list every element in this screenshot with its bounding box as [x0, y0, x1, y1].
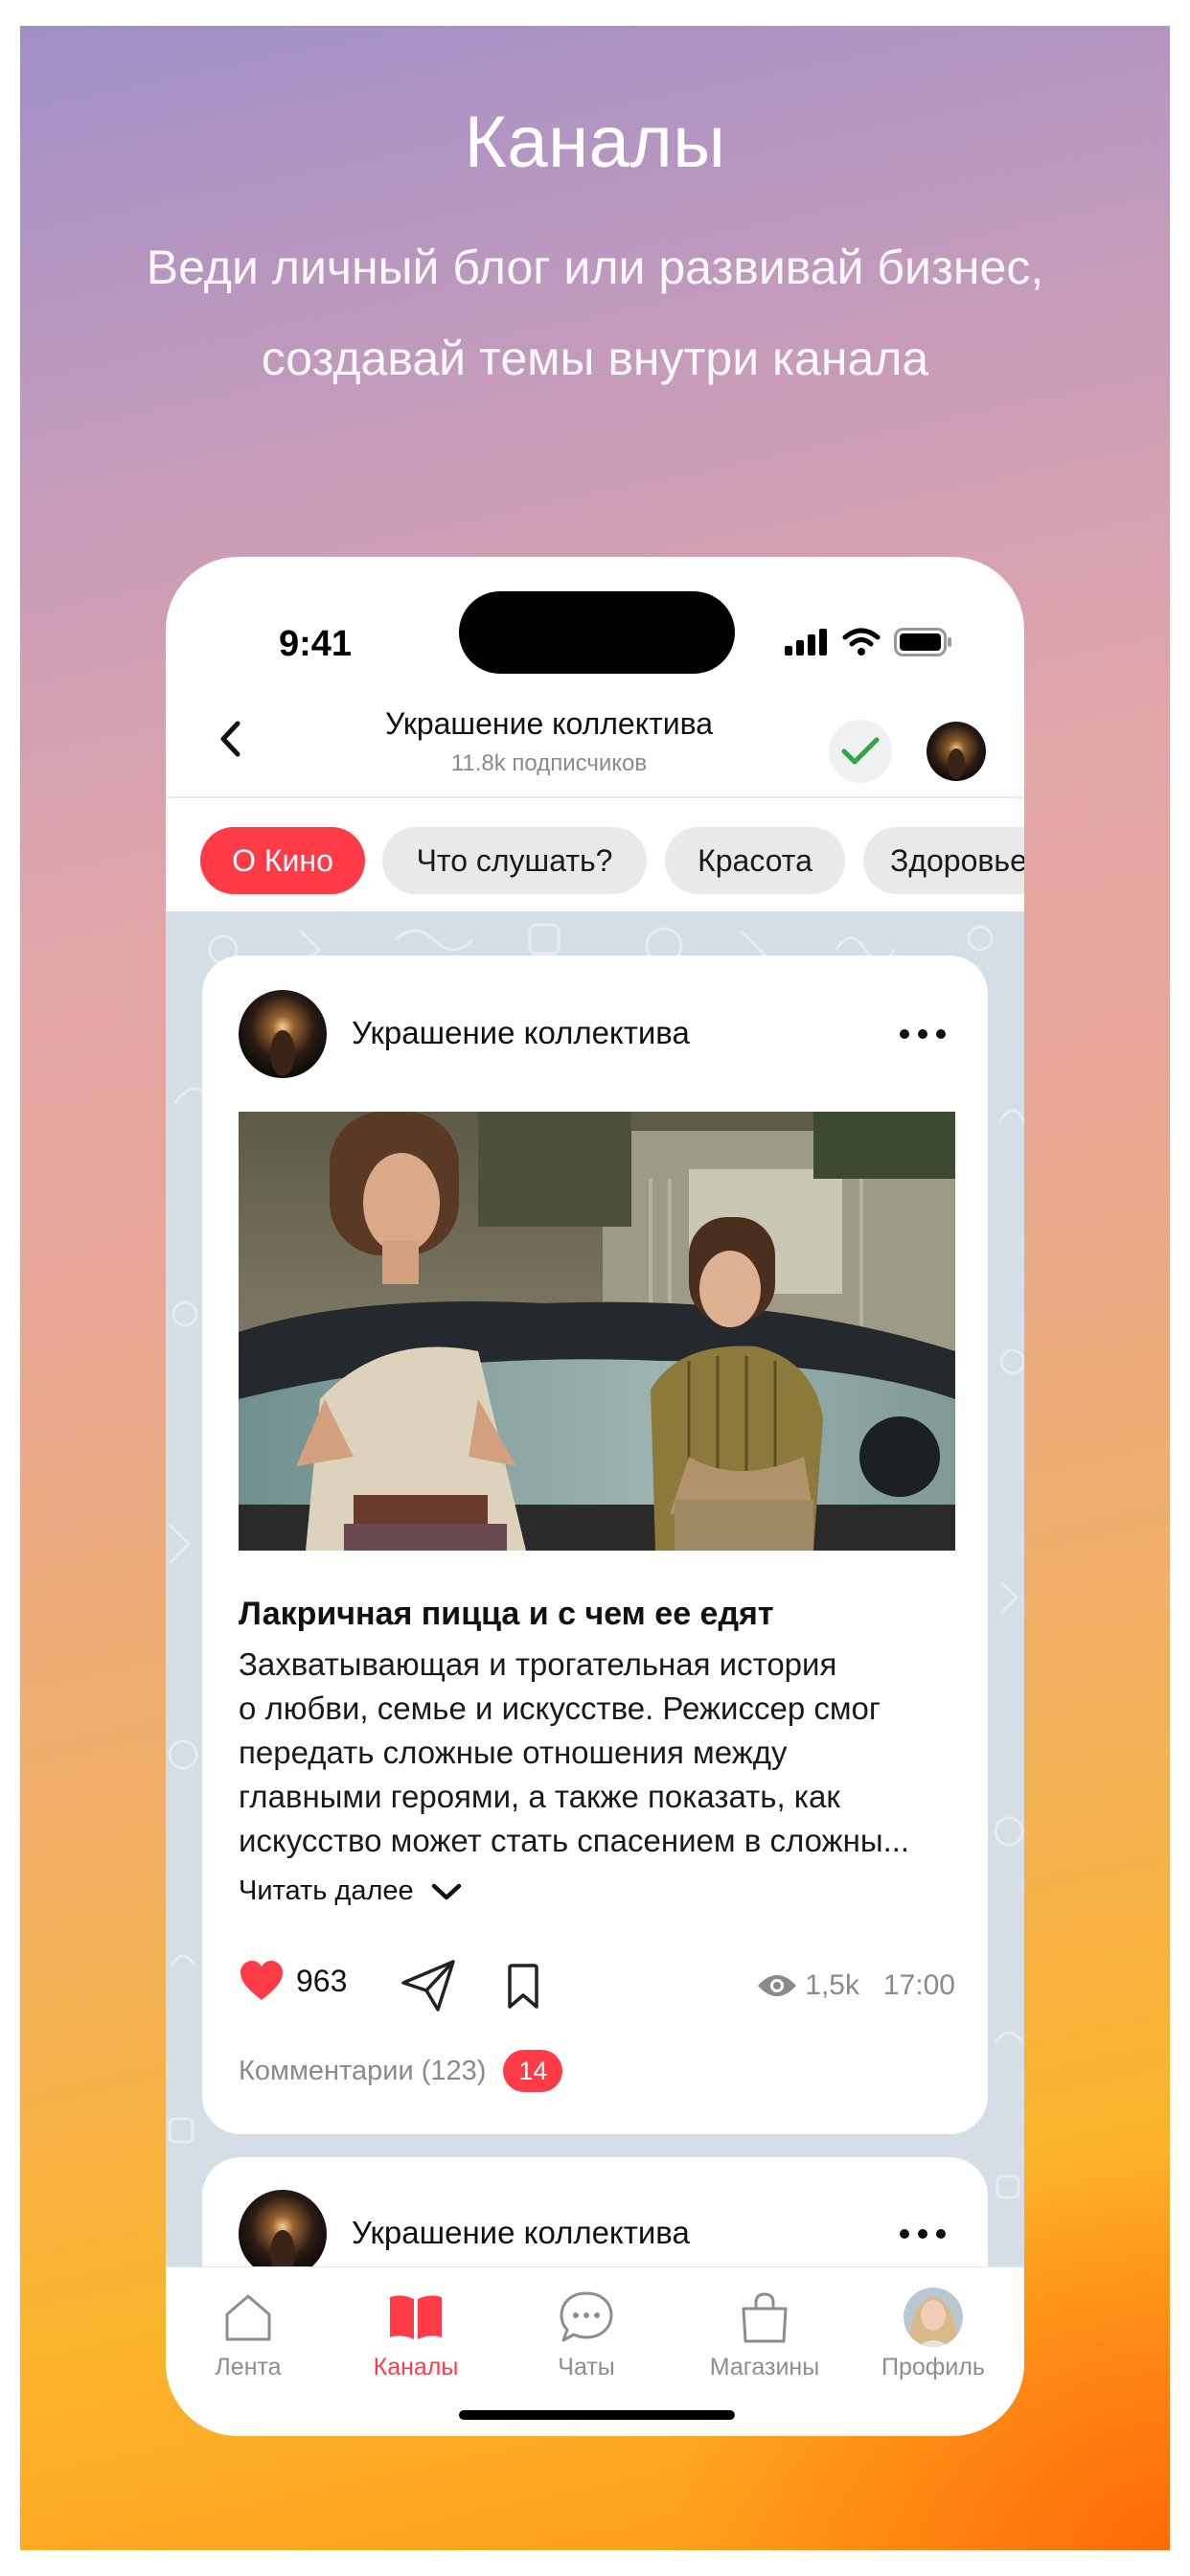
phone-mockup: 9:41 Украшение коллектива 11.8k подписчи…: [166, 557, 1024, 2436]
nav-item-profile[interactable]: Профиль: [852, 2287, 1015, 2381]
view-count: 1,5k: [757, 1969, 859, 2002]
post-time: 17:00: [882, 1969, 955, 2001]
chevron-left-icon: [220, 721, 240, 757]
new-comments-badge: 14: [503, 2050, 563, 2092]
post-body-line: Захватывающая и трогательная история: [239, 1646, 837, 1682]
read-more-label: Читать далее: [239, 1875, 414, 1906]
cellular-signal-icon: [785, 629, 827, 656]
topic-chip-movies[interactable]: О Кино: [200, 827, 365, 894]
post-body-line: передать сложные отношения между: [239, 1735, 788, 1770]
wifi-icon: [842, 628, 881, 656]
topic-chip-health[interactable]: Здоровье: [863, 827, 1024, 894]
post-photo[interactable]: [239, 1112, 955, 1551]
post-more-button[interactable]: [892, 2215, 953, 2253]
nav-label: Профиль: [881, 2354, 985, 2380]
nav-label: Каналы: [373, 2354, 459, 2380]
heart-icon: [240, 1961, 283, 2000]
post-title: Лакричная пицца и с чем ее едят: [239, 1596, 774, 1632]
post-author-name[interactable]: Украшение коллектива: [352, 1015, 690, 1051]
home-indicator: [459, 2410, 735, 2420]
paper-plane-icon: [401, 1960, 455, 2012]
chat-icon: [560, 2291, 613, 2342]
nav-label: Магазины: [709, 2354, 820, 2380]
post-body-line: главными героями, а также показать, как: [239, 1779, 840, 1814]
status-time: 9:41: [279, 624, 353, 664]
bookmark-button[interactable]: [505, 1964, 541, 2014]
channel-title: Украшение коллектива: [384, 706, 714, 741]
topic-chip-music[interactable]: Что слушать?: [382, 827, 647, 894]
post-body-line: искусство может стать спасением в сложны…: [239, 1823, 910, 1858]
more-dots-icon: [900, 2229, 946, 2239]
subscribed-button[interactable]: [829, 720, 892, 783]
eye-icon: [758, 1975, 797, 1996]
book-icon: [390, 2295, 442, 2339]
next-post-card: Украшение коллектива: [202, 2157, 988, 2266]
nav-item-shops[interactable]: Магазины: [683, 2287, 846, 2381]
post-author-avatar[interactable]: [239, 990, 327, 1078]
read-more-button[interactable]: Читать далее: [239, 1875, 462, 1907]
profile-avatar: [904, 2288, 963, 2347]
comments-button[interactable]: Комментарии (123) 14: [239, 2050, 563, 2092]
post-more-button[interactable]: [892, 1015, 953, 1053]
nav-label: Чаты: [558, 2354, 615, 2380]
post-author-avatar[interactable]: [239, 2190, 327, 2266]
like-count: 963: [296, 1963, 348, 1998]
battery-icon: [894, 628, 951, 656]
nav-item-channels[interactable]: Каналы: [334, 2287, 497, 2381]
channel-avatar[interactable]: [927, 722, 986, 781]
post-body: Захватывающая и трогательная история о л…: [239, 1643, 967, 1863]
like-button[interactable]: 963: [239, 1960, 347, 2002]
post-body-line: о любви, семье и искусстве. Режиссер смо…: [239, 1690, 881, 1726]
share-button[interactable]: [400, 1958, 457, 2018]
channel-header: Украшение коллектива 11.8k подписчиков: [166, 683, 1024, 798]
more-dots-icon: [900, 1029, 946, 1039]
dynamic-island: [459, 591, 735, 674]
post-actions: 963 1,5k 17:00: [239, 1960, 955, 2017]
nav-item-chats[interactable]: Чаты: [505, 2287, 668, 2381]
comments-label: Комментарии (123): [239, 2055, 487, 2086]
back-button[interactable]: [204, 712, 258, 766]
status-icons: [785, 628, 953, 656]
view-count-value: 1,5k: [805, 1969, 859, 2001]
bookmark-icon: [508, 1964, 538, 2009]
chevron-down-icon: [431, 1883, 461, 1899]
topic-chip-beauty[interactable]: Красота: [665, 827, 845, 894]
subscriber-count: 11.8k подписчиков: [450, 750, 648, 776]
promo-poster: Каналы Веди личный блог или развивай биз…: [20, 26, 1170, 2550]
nav-label: Лента: [215, 2354, 282, 2380]
post-card: Украшение коллектива Лакричная пицца и с…: [202, 955, 988, 2134]
home-icon: [225, 2294, 271, 2341]
topic-tabs: О Кино Что слушать? Красота Здоровье: [166, 798, 1024, 912]
nav-item-feed[interactable]: Лента: [167, 2287, 330, 2381]
post-author-name[interactable]: Украшение коллектива: [352, 2215, 690, 2251]
promo-headline: Каналы: [464, 102, 726, 183]
checkmark-icon: [841, 737, 880, 765]
shopping-bag-icon: [742, 2292, 788, 2343]
channel-feed[interactable]: Украшение коллектива Лакричная пицца и с…: [166, 911, 1024, 2266]
promo-subline: Веди личный блог или развивай бизнес, со…: [146, 241, 1044, 385]
